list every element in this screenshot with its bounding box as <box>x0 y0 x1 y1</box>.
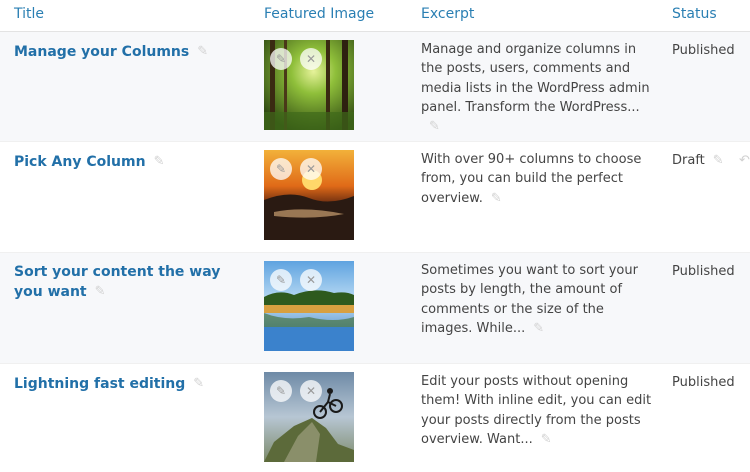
edit-image-icon[interactable]: ✎ <box>270 269 292 291</box>
pencil-icon[interactable]: ✎ <box>491 189 502 208</box>
table-row: Sort your content the way you want✎ ✎ ✕ <box>0 253 750 364</box>
pencil-icon[interactable]: ✎ <box>154 152 165 172</box>
close-icon[interactable]: ✕ <box>300 269 322 291</box>
excerpt-text: Sometimes you want to sort your posts by… <box>421 263 638 337</box>
post-title-link[interactable]: Pick Any Column <box>14 154 146 170</box>
excerpt-text: Manage and organize columns in the posts… <box>421 42 650 115</box>
status-cell: Published <box>672 43 735 58</box>
status-cell: Published <box>672 375 735 390</box>
edit-image-icon[interactable]: ✎ <box>270 158 292 180</box>
close-icon[interactable]: ✕ <box>300 158 322 180</box>
table-row: Pick Any Column ✎ ✎ ✕ With over 90+ colu… <box>0 142 750 253</box>
featured-image-thumbnail[interactable]: ✎ ✕ <box>264 261 354 351</box>
table-row: Manage your Columns ✎ ✎ ✕ Manage and org… <box>0 32 750 142</box>
column-header-excerpt[interactable]: Excerpt <box>421 6 474 22</box>
status-cell: Draft ✎ <box>672 153 724 168</box>
post-title-cell: Pick Any Column ✎ <box>14 152 229 172</box>
column-header-featured-image[interactable]: Featured Image <box>264 6 374 22</box>
table-row: Lightning fast editing ✎ ✎ ✕ Edit your p… <box>0 364 750 472</box>
column-header-status[interactable]: Status <box>672 6 717 22</box>
edit-image-icon[interactable]: ✎ <box>270 48 292 70</box>
edit-image-icon[interactable]: ✎ <box>270 380 292 402</box>
pencil-icon[interactable]: ✎ <box>713 153 724 168</box>
post-title-link[interactable]: Manage your Columns <box>14 44 189 60</box>
excerpt-text: Edit your posts without opening them! Wi… <box>421 374 652 448</box>
pencil-icon[interactable]: ✎ <box>95 282 106 302</box>
status-text: Published <box>672 43 735 58</box>
status-text: Published <box>672 264 735 279</box>
post-title-link[interactable]: Lightning fast editing <box>14 376 185 392</box>
close-icon[interactable]: ✕ <box>300 380 322 402</box>
status-text: Published <box>672 375 735 390</box>
excerpt-cell: Edit your posts without opening them! Wi… <box>421 372 656 449</box>
post-title-cell: Lightning fast editing ✎ <box>14 374 229 394</box>
excerpt-text: With over 90+ columns to choose from, yo… <box>421 152 642 206</box>
status-text: Draft <box>672 153 705 168</box>
featured-image-thumbnail[interactable]: ✎ ✕ <box>264 150 354 240</box>
post-title-link[interactable]: Sort your content the way you want <box>14 264 220 300</box>
table-header: Title Featured Image Excerpt Status <box>0 0 750 32</box>
excerpt-cell: With over 90+ columns to choose from, yo… <box>421 150 656 208</box>
close-icon[interactable]: ✕ <box>300 48 322 70</box>
undo-icon[interactable]: ↶ <box>739 153 750 168</box>
featured-image-thumbnail[interactable]: ✎ ✕ <box>264 40 354 130</box>
post-title-cell: Sort your content the way you want ✎ <box>14 262 229 302</box>
excerpt-cell: Sometimes you want to sort your posts by… <box>421 261 656 338</box>
column-header-title[interactable]: Title <box>14 6 44 22</box>
posts-table: Title Featured Image Excerpt Status Mana… <box>0 0 750 472</box>
status-cell: Published <box>672 264 735 279</box>
pencil-icon[interactable]: ✎ <box>429 117 440 136</box>
featured-image-thumbnail[interactable]: ✎ ✕ <box>264 372 354 462</box>
pencil-icon[interactable]: ✎ <box>533 319 544 338</box>
pencil-icon[interactable]: ✎ <box>197 42 208 62</box>
pencil-icon[interactable]: ✎ <box>541 430 552 449</box>
excerpt-cell: Manage and organize columns in the posts… <box>421 40 656 137</box>
pencil-icon[interactable]: ✎ <box>193 374 204 394</box>
post-title-cell: Manage your Columns ✎ <box>14 42 229 62</box>
